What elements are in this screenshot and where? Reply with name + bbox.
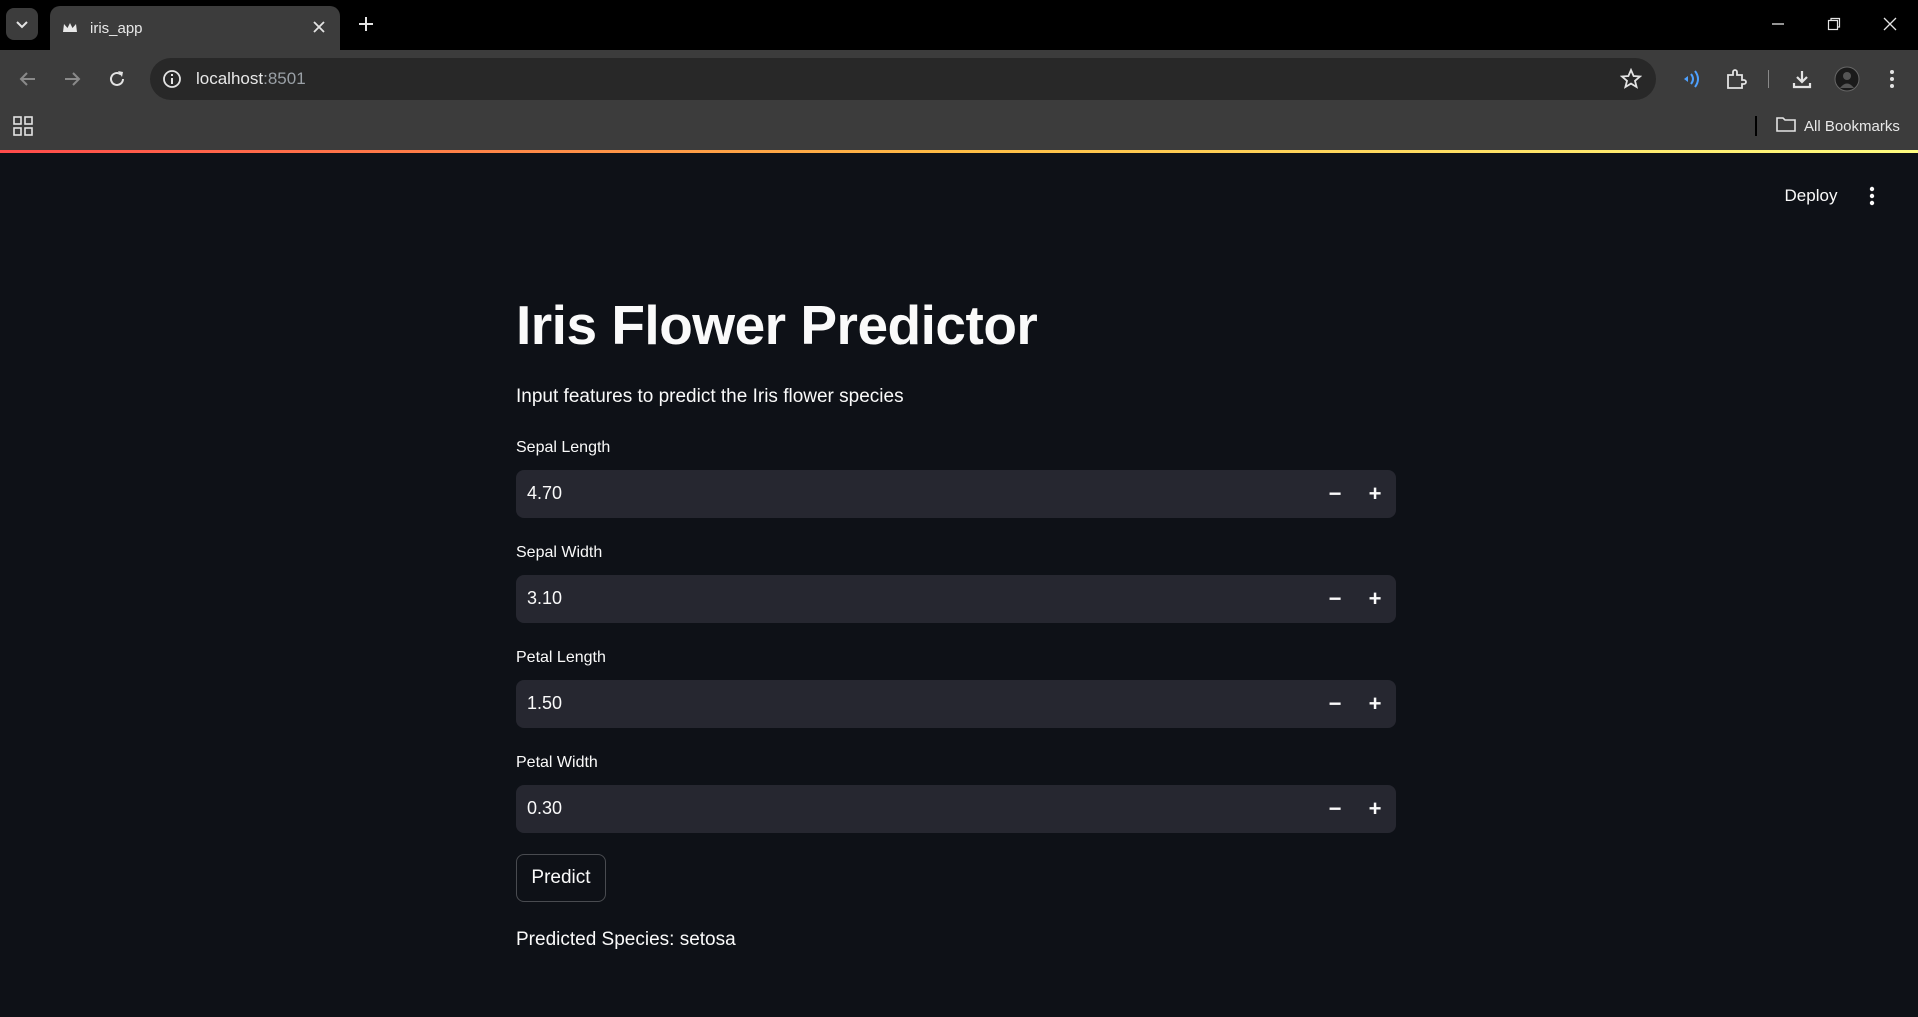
profile-icon[interactable] <box>1832 64 1862 94</box>
increment-button[interactable]: + <box>1355 680 1395 728</box>
deploy-button[interactable]: Deploy <box>1774 180 1848 212</box>
streamlit-decoration-bar <box>0 150 1918 153</box>
decrement-button[interactable]: − <box>1315 680 1355 728</box>
url-text: localhost:8501 <box>196 69 306 88</box>
site-info-icon[interactable] <box>162 69 182 89</box>
sepal-width-label: Sepal Width <box>516 544 603 561</box>
increment-button[interactable]: + <box>1355 470 1395 518</box>
browser-toolbar: localhost:8501 <box>0 50 1918 108</box>
increment-button[interactable]: + <box>1355 575 1395 623</box>
petal-width-label: Petal Width <box>516 754 598 771</box>
petal-length-input[interactable]: 1.50 − + <box>516 680 1396 728</box>
page-title: Iris Flower Predictor <box>516 294 1038 356</box>
window-close-icon[interactable] <box>1870 8 1910 40</box>
predict-button[interactable]: Predict <box>516 854 606 902</box>
download-icon[interactable] <box>1787 64 1817 94</box>
plus-icon[interactable] <box>352 10 380 38</box>
all-bookmarks-label: All Bookmarks <box>1804 117 1900 135</box>
main-menu-icon[interactable] <box>1860 180 1884 212</box>
sepal-width-input[interactable]: 3.10 − + <box>516 575 1396 623</box>
bookmarks-bar <box>0 108 1918 150</box>
more-vert-icon[interactable] <box>1877 64 1907 94</box>
restore-icon[interactable] <box>1814 8 1854 40</box>
close-icon[interactable] <box>308 16 330 38</box>
all-bookmarks-button[interactable]: All Bookmarks <box>1776 114 1900 138</box>
prediction-result: Predicted Species: setosa <box>516 929 736 950</box>
sepal-width-value[interactable]: 3.10 <box>527 588 562 609</box>
tab-title: iris_app <box>90 20 143 37</box>
streamlit-crown-icon <box>62 20 78 36</box>
decrement-button[interactable]: − <box>1315 470 1355 518</box>
tab-search-icon[interactable] <box>6 8 38 40</box>
reload-icon[interactable] <box>101 63 133 95</box>
sepal-length-label: Sepal Length <box>516 439 611 456</box>
folder-icon <box>1776 116 1796 136</box>
page-subtitle: Input features to predict the Iris flowe… <box>516 386 904 407</box>
petal-width-value[interactable]: 0.30 <box>527 798 562 819</box>
sepal-length-input[interactable]: 4.70 − + <box>516 470 1396 518</box>
browser-tab[interactable]: iris_app <box>50 6 340 50</box>
petal-length-label: Petal Length <box>516 649 606 666</box>
petal-width-input[interactable]: 0.30 − + <box>516 785 1396 833</box>
forward-icon[interactable] <box>56 63 88 95</box>
sepal-length-value[interactable]: 4.70 <box>527 483 562 504</box>
increment-button[interactable]: + <box>1355 785 1395 833</box>
decrement-button[interactable]: − <box>1315 575 1355 623</box>
browser-tab-bar: iris_app <box>0 0 1918 50</box>
address-bar[interactable]: localhost:8501 <box>150 58 1656 100</box>
star-icon[interactable] <box>1619 67 1643 90</box>
extensions-icon[interactable] <box>1721 64 1751 94</box>
petal-length-value[interactable]: 1.50 <box>527 693 562 714</box>
decrement-button[interactable]: − <box>1315 785 1355 833</box>
back-icon[interactable] <box>12 63 44 95</box>
bookmarks-divider <box>1755 116 1757 136</box>
minimize-icon[interactable] <box>1758 8 1798 40</box>
media-icon[interactable] <box>1676 64 1706 94</box>
toolbar-divider <box>1768 70 1769 88</box>
apps-icon[interactable] <box>13 116 33 136</box>
